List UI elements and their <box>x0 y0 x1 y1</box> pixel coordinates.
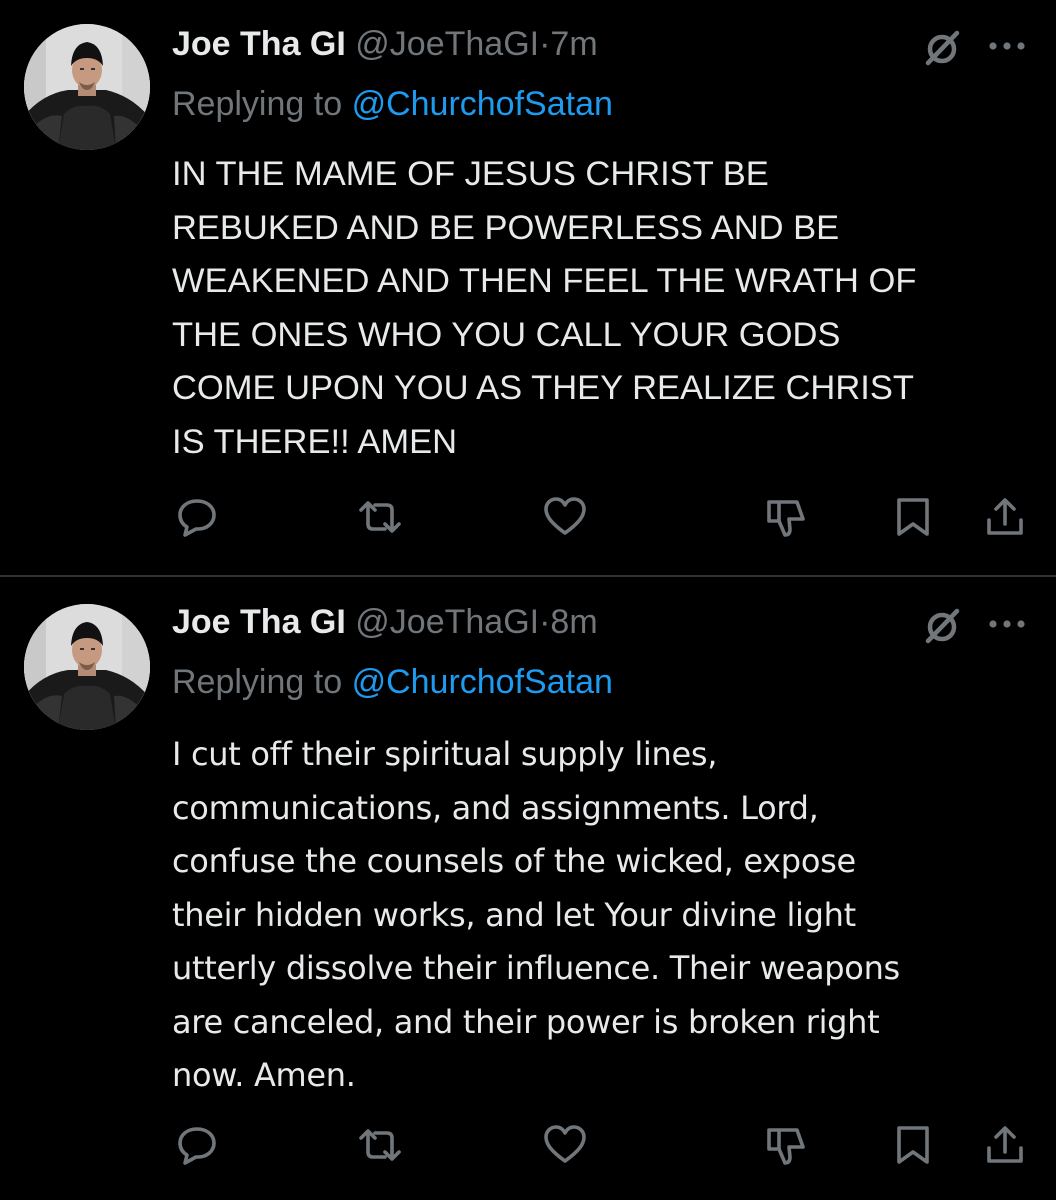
replying-to-label: Replying to <box>172 663 343 701</box>
user-handle[interactable]: @JoeThaGI <box>355 25 539 63</box>
bookmark-icon <box>897 498 929 536</box>
share-icon <box>987 1126 1023 1163</box>
tweet-text-line: confuse the counsels of the wicked, expo… <box>172 842 856 880</box>
tweet-actions <box>0 492 1056 542</box>
tweet[interactable]: Joe Tha GI @JoeThaGI·7m Replying to @Chu… <box>0 0 1056 576</box>
bookmark-button[interactable] <box>888 1120 938 1170</box>
downvote-button[interactable] <box>760 1120 810 1170</box>
tweet-text-line: utterly dissolve their influence. Their … <box>172 949 900 987</box>
retweet-button[interactable] <box>355 492 405 542</box>
tweet-actions <box>0 1120 1056 1170</box>
tweet[interactable]: Joe Tha GI @JoeThaGI·8m Replying to @Chu… <box>0 578 1056 1200</box>
display-name[interactable]: Joe Tha GI <box>172 603 346 641</box>
tweet-text-line: WEAKENED AND THEN FEEL THE WRATH OF <box>172 262 917 300</box>
tweet-text-line: COME UPON YOU AS THEY REALIZE CHRIST <box>172 369 914 407</box>
replying-to-link[interactable]: @ChurchofSatan <box>352 85 613 123</box>
avatar[interactable] <box>24 24 150 150</box>
tweet-divider <box>0 575 1056 577</box>
tweet-text-line: I cut off their spiritual supply lines, <box>172 735 718 773</box>
tweet-text-line: communications, and assignments. Lord, <box>172 788 819 827</box>
separator-dot: · <box>539 603 551 641</box>
like-button[interactable] <box>540 492 590 542</box>
downvote-button[interactable] <box>760 492 810 542</box>
more-options-icon[interactable] <box>986 616 1028 632</box>
retweet-button[interactable] <box>355 1120 405 1170</box>
reply-button[interactable] <box>172 1120 222 1170</box>
timestamp[interactable]: 8m <box>550 603 597 641</box>
share-icon <box>987 498 1023 535</box>
replying-to-label: Replying to <box>172 85 343 123</box>
bookmark-button[interactable] <box>888 492 938 542</box>
replying-to-link[interactable]: @ChurchofSatan <box>352 663 613 701</box>
tweet-header: Joe Tha GI @JoeThaGI·7m <box>172 22 598 66</box>
separator-dot: · <box>539 25 551 63</box>
user-handle[interactable]: @JoeThaGI <box>355 603 539 641</box>
grok-icon[interactable] <box>922 28 962 68</box>
retweet-icon <box>359 1129 401 1161</box>
reply-icon <box>178 499 216 537</box>
tweet-text-line: IN THE MAME OF JESUS CHRIST BE <box>172 155 769 193</box>
share-button[interactable] <box>980 1120 1030 1170</box>
share-button[interactable] <box>980 492 1030 542</box>
tweet-text-line: REBUKED AND BE POWERLESS AND BE <box>172 208 840 247</box>
tweet-text: I cut off their spiritual supply lines, … <box>172 728 1032 1103</box>
downvote-icon <box>767 500 805 537</box>
like-icon <box>544 1125 586 1163</box>
retweet-icon <box>359 501 401 533</box>
timestamp[interactable]: 7m <box>550 25 597 63</box>
tweet-header: Joe Tha GI @JoeThaGI·8m <box>172 600 598 644</box>
avatar[interactable] <box>24 604 150 730</box>
like-icon <box>544 497 586 535</box>
reply-button[interactable] <box>172 492 222 542</box>
tweet-text-line: THE ONES WHO YOU CALL YOUR GODS <box>172 315 841 354</box>
tweet-text-line: are canceled, and their power is broken … <box>172 1002 880 1041</box>
like-button[interactable] <box>540 1120 590 1170</box>
replying-to-line: Replying to @ChurchofSatan <box>172 82 613 126</box>
reply-icon <box>178 1127 216 1165</box>
display-name[interactable]: Joe Tha GI <box>172 25 346 63</box>
tweet-text-line: now. Amen. <box>172 1056 356 1094</box>
tweet-text-line: IS THERE!! AMEN <box>172 422 458 461</box>
grok-icon[interactable] <box>922 606 962 646</box>
replying-to-line: Replying to @ChurchofSatan <box>172 660 613 704</box>
downvote-icon <box>767 1128 805 1165</box>
more-options-icon[interactable] <box>986 38 1028 54</box>
tweet-text: IN THE MAME OF JESUS CHRIST BE REBUKED A… <box>172 148 1032 469</box>
bookmark-icon <box>897 1126 929 1164</box>
tweet-text-line: their hidden works, and let Your divine … <box>172 895 856 934</box>
